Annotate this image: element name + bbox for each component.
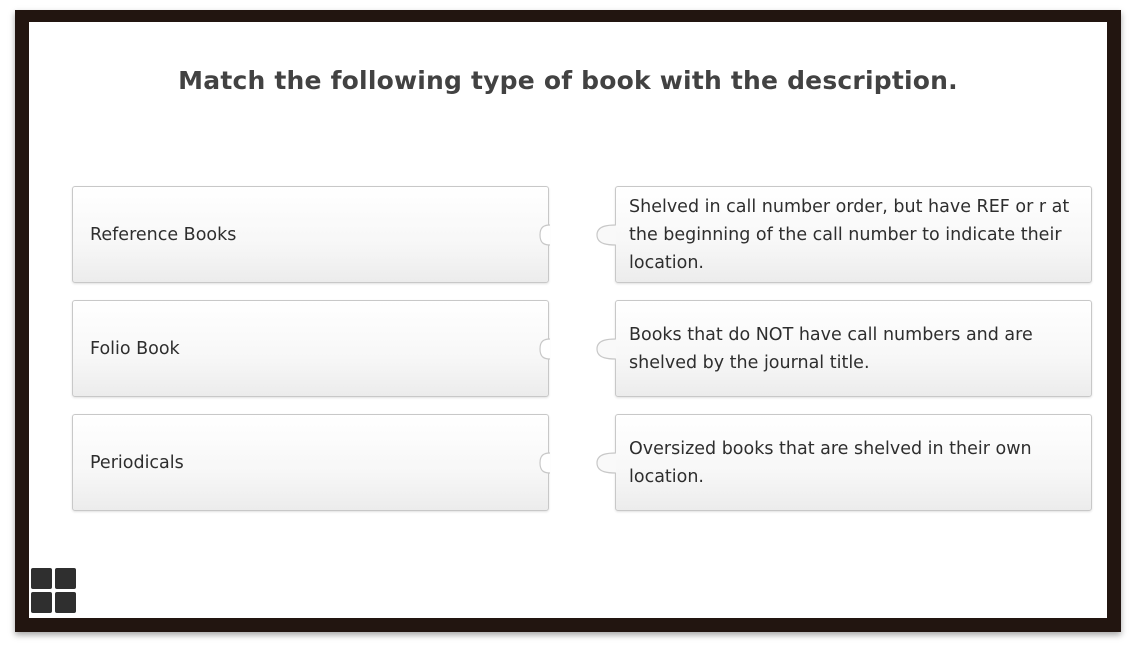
- grid-square: [55, 568, 76, 589]
- match-description-3[interactable]: Oversized books that are shelved in thei…: [596, 414, 1092, 511]
- puzzle-slot-icon: [539, 451, 550, 474]
- match-description-label: Books that do NOT have call numbers and …: [629, 324, 1033, 373]
- match-term-folio-book[interactable]: Folio Book: [72, 300, 550, 397]
- puzzle-tab-icon: [596, 337, 616, 360]
- grid-square: [31, 568, 52, 589]
- puzzle-tab-icon: [596, 223, 616, 246]
- puzzle-tab-icon: [596, 451, 616, 474]
- match-term-periodicals[interactable]: Periodicals: [72, 414, 550, 511]
- grid-square: [55, 592, 76, 613]
- match-description-label: Oversized books that are shelved in thei…: [629, 438, 1032, 487]
- slide-frame: Match the following type of book with th…: [15, 10, 1121, 632]
- match-term-reference-books[interactable]: Reference Books: [72, 186, 550, 283]
- grid-square: [31, 592, 52, 613]
- match-description-2[interactable]: Books that do NOT have call numbers and …: [596, 300, 1092, 397]
- grid-menu-icon[interactable]: [31, 568, 77, 614]
- puzzle-slot-icon: [539, 337, 550, 360]
- match-description-label: Shelved in call number order, but have R…: [629, 196, 1070, 273]
- match-term-label: Reference Books: [90, 224, 237, 245]
- match-term-label: Periodicals: [90, 452, 184, 473]
- question-title: Match the following type of book with th…: [178, 66, 958, 95]
- puzzle-slot-icon: [539, 223, 550, 246]
- match-term-label: Folio Book: [90, 338, 180, 359]
- match-description-1[interactable]: Shelved in call number order, but have R…: [596, 186, 1092, 283]
